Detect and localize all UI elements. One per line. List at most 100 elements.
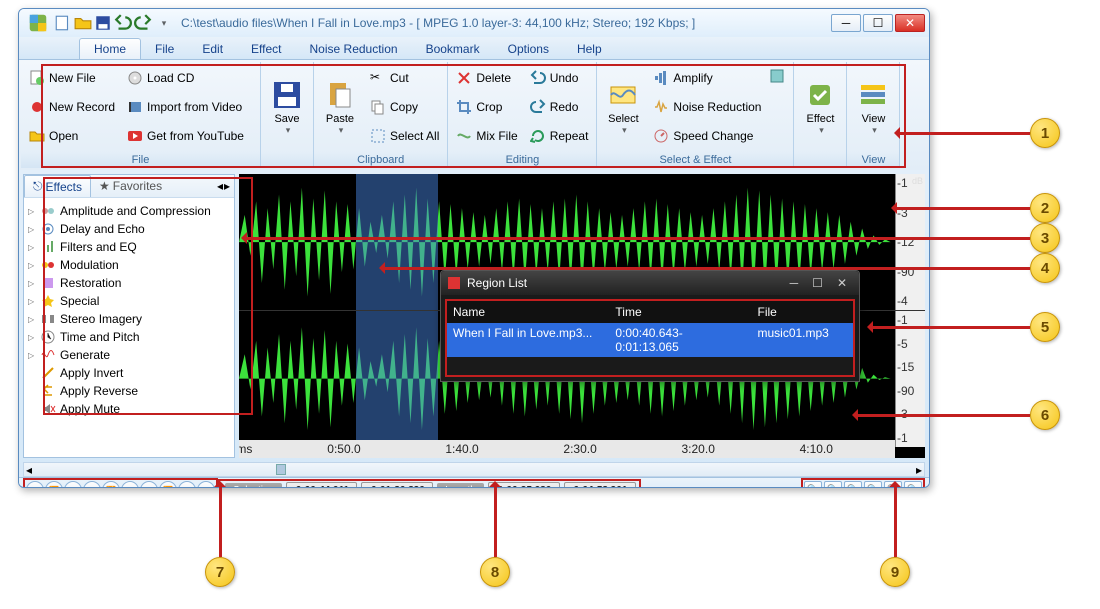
tree-item[interactable]: ▷Amplitude and Compression	[28, 202, 230, 220]
forward-button[interactable]: ⏩	[159, 481, 177, 488]
tree-item[interactable]: Apply Reverse	[28, 382, 230, 400]
minimize-button[interactable]: ─	[831, 14, 861, 32]
stop-button[interactable]: ⏹	[64, 481, 82, 488]
goto-start-button[interactable]: ⏮	[26, 481, 44, 488]
tree-item[interactable]: ▷Generate	[28, 346, 230, 364]
open-button[interactable]: Open	[25, 126, 119, 146]
mix-file-button[interactable]: Mix File	[452, 126, 521, 146]
tab-edit[interactable]: Edit	[188, 39, 237, 59]
play-button[interactable]: ▶	[83, 481, 101, 488]
window-title: C:\test\audio files\When I Fall in Love.…	[181, 16, 695, 30]
paste-button[interactable]: Paste	[316, 64, 364, 150]
sidetab-favorites[interactable]: ★Favorites	[91, 176, 170, 196]
speed-change-button[interactable]: Speed Change	[649, 126, 765, 146]
undo-button[interactable]: Undo	[526, 68, 593, 88]
undo-icon	[530, 70, 546, 86]
callout-4: 4	[373, 253, 1060, 283]
view-icon	[857, 79, 889, 111]
import-video-button[interactable]: Import from Video	[123, 97, 248, 117]
tree-item[interactable]: ▷Time and Pitch	[28, 328, 230, 346]
select-button[interactable]: Select	[599, 64, 647, 150]
qat-save-icon[interactable]	[94, 14, 112, 32]
tab-noise-reduction[interactable]: Noise Reduction	[296, 39, 412, 59]
callout-8-highlight: Selection 0:00:44.911 0:01:20.839 Length…	[218, 479, 641, 489]
zoom-out-button[interactable]: 🔍	[824, 481, 842, 488]
callout-9: 9	[880, 475, 910, 587]
pause-button[interactable]: ⏸	[140, 481, 158, 488]
tab-help[interactable]: Help	[563, 39, 616, 59]
tools-icon[interactable]	[769, 68, 785, 84]
redo-button[interactable]: Redo	[526, 97, 593, 117]
new-record-button[interactable]: New Record	[25, 97, 119, 117]
select-icon	[607, 79, 639, 111]
qat-new-icon[interactable]	[54, 14, 72, 32]
zoom-selection-button[interactable]: 🔍	[844, 481, 862, 488]
region-list-header: Name Time File	[447, 301, 853, 323]
get-youtube-button[interactable]: Get from YouTube	[123, 126, 248, 146]
tab-effect[interactable]: Effect	[237, 39, 295, 59]
amplify-button[interactable]: Amplify	[649, 68, 765, 88]
tree-item[interactable]: ▷Special	[28, 292, 230, 310]
copy-icon	[370, 99, 386, 115]
region-list-window[interactable]: Region List ─ ☐ ✕ Name Time File When I …	[440, 270, 860, 382]
tab-file[interactable]: File	[141, 39, 188, 59]
callout-6: 6	[846, 400, 1060, 430]
star-icon: ★	[99, 179, 110, 193]
timeline[interactable]: hms 0:50.0 1:40.0 2:30.0 3:20.0 4:10.0	[239, 440, 895, 458]
crop-icon	[456, 99, 472, 115]
sidetab-effects[interactable]: ⎋Effects	[24, 175, 91, 197]
selection-region[interactable]	[356, 311, 438, 446]
repeat-button[interactable]: Repeat	[526, 126, 593, 146]
cut-button[interactable]: ✂Cut	[366, 68, 443, 88]
tree-item[interactable]: ▷Restoration	[28, 274, 230, 292]
callout-7-highlight: ⏮ ⏪ ⏹ ▶ 🔁 ▶ ⏸ ⏩ ⏭ R	[23, 478, 218, 488]
tab-home[interactable]: Home	[79, 38, 141, 59]
loop-button[interactable]: 🔁	[102, 481, 120, 488]
qat-undo-icon[interactable]	[114, 14, 132, 32]
delete-button[interactable]: Delete	[452, 68, 521, 88]
hscroll[interactable]: ◂ ▸	[23, 462, 925, 477]
repeat-icon	[530, 128, 546, 144]
rewind-button[interactable]: ⏪	[45, 481, 63, 488]
new-file-button[interactable]: New File	[25, 68, 119, 88]
tree-item[interactable]: ▷Filters and EQ	[28, 238, 230, 256]
zoom-in-button[interactable]: 🔍	[804, 481, 822, 488]
delete-icon	[456, 70, 472, 86]
record-icon	[29, 99, 45, 115]
maximize-button[interactable]: ☐	[863, 14, 893, 32]
load-cd-button[interactable]: Load CD	[123, 68, 248, 88]
callout-5-highlight: Name Time File When I Fall in Love.mp3..…	[445, 299, 855, 377]
mute-icon	[40, 401, 56, 417]
copy-button[interactable]: Copy	[366, 97, 443, 117]
qat-dropdown-icon[interactable]	[154, 14, 172, 32]
sidetab-nav[interactable]: ◂▸	[213, 179, 234, 193]
tree-item[interactable]: Apply Mute	[28, 400, 230, 418]
tree-item[interactable]: ▷Delay and Echo	[28, 220, 230, 238]
qat-redo-icon[interactable]	[134, 14, 152, 32]
length-label: Length	[437, 483, 484, 489]
crop-button[interactable]: Crop	[452, 97, 521, 117]
effect-button[interactable]: Effect	[796, 64, 844, 150]
eq-icon	[40, 239, 56, 255]
play-selection-button[interactable]: ▶	[121, 481, 139, 488]
fx-icon: ⎋	[33, 179, 43, 194]
tree-item[interactable]: ▷Modulation	[28, 256, 230, 274]
tree-item[interactable]: ▷Stereo Imagery	[28, 310, 230, 328]
noise-reduction-button[interactable]: Noise Reduction	[649, 97, 765, 117]
tab-options[interactable]: Options	[494, 39, 563, 59]
stereo-icon	[40, 311, 56, 327]
close-button[interactable]: ✕	[895, 14, 925, 32]
select-all-button[interactable]: Select All	[366, 126, 443, 146]
save-button[interactable]: Save	[263, 64, 311, 150]
echo-icon	[40, 221, 56, 237]
callout-2: 2	[885, 193, 1060, 223]
generate-icon	[40, 347, 56, 363]
goto-end-button[interactable]: ⏭	[178, 481, 196, 488]
tab-bookmark[interactable]: Bookmark	[412, 39, 494, 59]
noise-icon	[653, 99, 669, 115]
region-list-row[interactable]: When I Fall in Love.mp3... 0:00:40.643-0…	[447, 323, 853, 357]
ribbon-tabs: Home File Edit Effect Noise Reduction Bo…	[19, 37, 929, 60]
tree-item[interactable]: Apply Invert	[28, 364, 230, 382]
qat-open-icon[interactable]	[74, 14, 92, 32]
transport-controls: ⏮ ⏪ ⏹ ▶ 🔁 ▶ ⏸ ⏩ ⏭ R	[26, 481, 215, 488]
